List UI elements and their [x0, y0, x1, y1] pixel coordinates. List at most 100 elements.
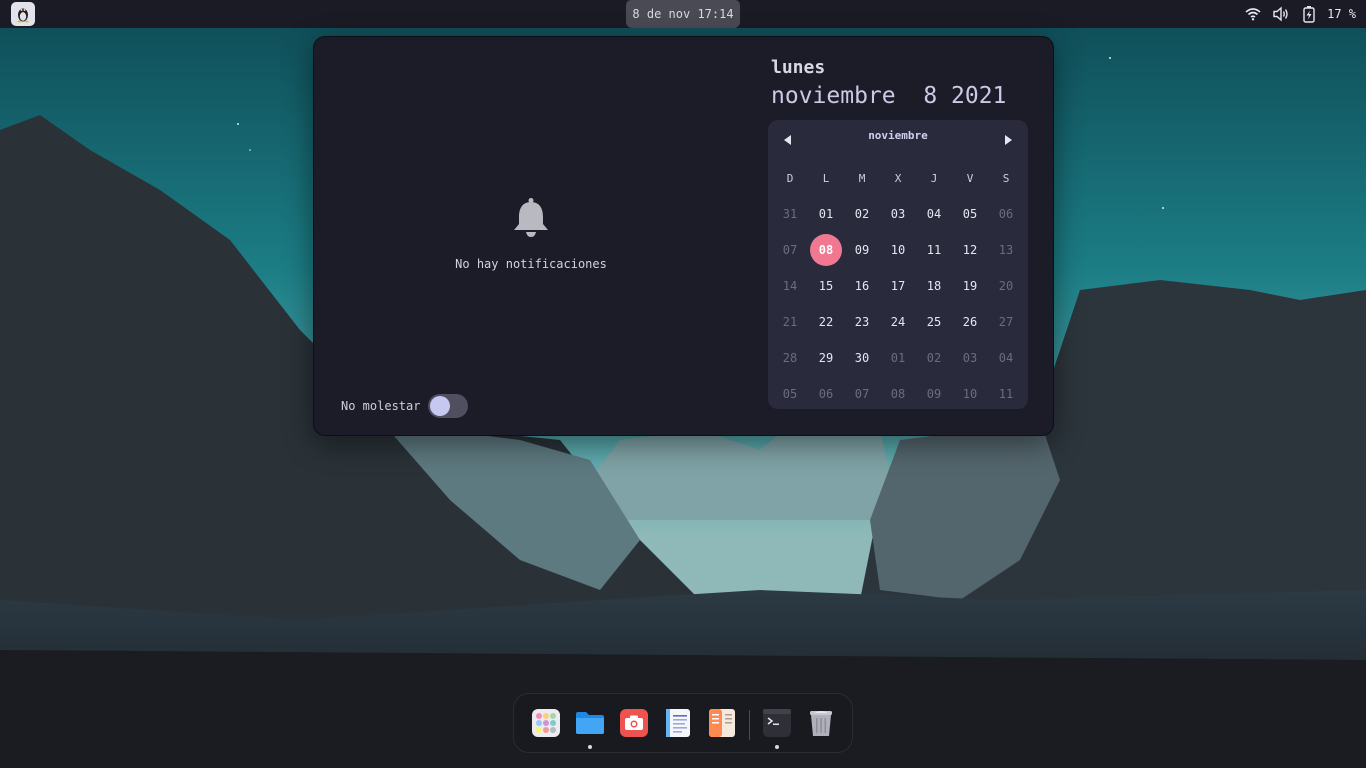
calendar-day-label: 01	[890, 351, 906, 365]
clock-button[interactable]: 8 de nov 17:14	[626, 0, 740, 28]
calendar-day-label: 11	[998, 387, 1014, 401]
calendar-month-label: noviembre	[868, 129, 928, 142]
wifi-icon[interactable]	[1243, 4, 1263, 24]
calendar-day[interactable]: 30	[844, 340, 880, 376]
next-month-button[interactable]	[1002, 133, 1014, 147]
calendar-day-label: 08	[890, 387, 906, 401]
calendar-day[interactable]: 10	[952, 376, 988, 412]
screenshot-icon[interactable]	[619, 708, 649, 738]
calendar-day[interactable]: 15	[808, 268, 844, 304]
calendar-notification-popover: No hay notificaciones No molestar lunes …	[313, 36, 1054, 436]
month-calendar: noviembre D L M X J V S 31 01 02 03 04 05 06 07 08 09 10 1…	[768, 120, 1028, 409]
calendar-day-label: 02	[926, 351, 942, 365]
calendar-day-label: 26	[962, 315, 978, 329]
calendar-day[interactable]: 22	[808, 304, 844, 340]
calendar-day[interactable]: 01	[808, 196, 844, 232]
calendar-day[interactable]: 23	[844, 304, 880, 340]
calendar-day-label: 27	[998, 315, 1014, 329]
calendar-day[interactable]: 11	[916, 232, 952, 268]
calendar-day-label: 31	[782, 207, 798, 221]
notifications-empty-state: No hay notificaciones	[314, 197, 748, 271]
calendar-day[interactable]: 21	[772, 304, 808, 340]
top-bar: 8 de nov 17:14 17 %	[0, 0, 1366, 28]
trash-icon[interactable]	[806, 708, 836, 738]
text-editor-icon[interactable]	[663, 708, 693, 738]
calendar-day[interactable]: 25	[916, 304, 952, 340]
calendar-day[interactable]: 07	[772, 232, 808, 268]
weekday-header: M	[858, 171, 866, 185]
calendar-day-label: 20	[998, 279, 1014, 293]
calendar-day-label: 09	[854, 243, 870, 257]
calendar-day[interactable]: 16	[844, 268, 880, 304]
calendar-day[interactable]: 27	[988, 304, 1024, 340]
calendar-day[interactable]: 03	[880, 196, 916, 232]
no-notifications-text: No hay notificaciones	[455, 257, 607, 271]
running-indicator	[775, 745, 779, 749]
calendar-day[interactable]: 19	[952, 268, 988, 304]
calendar-day[interactable]: 02	[844, 196, 880, 232]
calendar-day[interactable]: 11	[988, 376, 1024, 412]
weekday-header: X	[894, 171, 902, 185]
calendar-day[interactable]: 09	[916, 376, 952, 412]
calendar-day[interactable]: 04	[988, 340, 1024, 376]
calendar-day[interactable]: 29	[808, 340, 844, 376]
do-not-disturb-toggle[interactable]	[428, 394, 469, 418]
calendar-day-label: 15	[818, 279, 834, 293]
calendar-day[interactable]: 13	[988, 232, 1024, 268]
calendar-day-label: 05	[962, 207, 978, 221]
calendar-day[interactable]: 09	[844, 232, 880, 268]
toggle-knob	[430, 396, 451, 416]
calendar-day[interactable]: 08	[880, 376, 916, 412]
calendar-day[interactable]: 06	[988, 196, 1024, 232]
calendar-day-label: 16	[854, 279, 870, 293]
calendar-day-label: 02	[854, 207, 870, 221]
calendar-day-label: 09	[926, 387, 942, 401]
calendar-day[interactable]: 26	[952, 304, 988, 340]
calendar-day[interactable]: 24	[880, 304, 916, 340]
battery-percent: 17 %	[1327, 7, 1356, 21]
weekday-header: L	[822, 171, 830, 185]
do-not-disturb-row: No molestar	[341, 394, 469, 418]
calendar-day-label: 06	[998, 207, 1014, 221]
calendar-day[interactable]: 03	[952, 340, 988, 376]
document-viewer-icon[interactable]	[707, 708, 737, 738]
calendar-day[interactable]: 28	[772, 340, 808, 376]
calendar-day[interactable]: 14	[772, 268, 808, 304]
calendar-day-label: 13	[998, 243, 1014, 257]
calendar-day[interactable]: 01	[880, 340, 916, 376]
full-date: noviembre 8 2021	[771, 83, 1007, 109]
app-launcher-icon[interactable]	[531, 708, 561, 738]
files-icon[interactable]	[575, 708, 605, 749]
calendar-day-today[interactable]: 08	[808, 232, 844, 268]
calendar-day-label: 06	[818, 387, 834, 401]
weekday-header: V	[966, 171, 974, 185]
day-name: lunes	[771, 57, 826, 78]
calendar-day-label: 07	[854, 387, 870, 401]
do-not-disturb-label: No molestar	[341, 399, 421, 413]
calendar-day[interactable]: 12	[952, 232, 988, 268]
calendar-day-label: 05	[782, 387, 798, 401]
tux-logo-icon[interactable]	[11, 2, 35, 26]
calendar-day[interactable]: 05	[952, 196, 988, 232]
calendar-day-label: 10	[962, 387, 978, 401]
calendar-day[interactable]: 06	[808, 376, 844, 412]
system-tray: 17 %	[1243, 0, 1356, 28]
calendar-day-label: 07	[782, 243, 798, 257]
calendar-header: noviembre	[768, 120, 1028, 156]
terminal-icon[interactable]	[762, 708, 792, 749]
calendar-day-label: 10	[890, 243, 906, 257]
calendar-day-label: 18	[926, 279, 942, 293]
calendar-day[interactable]: 18	[916, 268, 952, 304]
calendar-day[interactable]: 05	[772, 376, 808, 412]
calendar-day[interactable]: 02	[916, 340, 952, 376]
calendar-day[interactable]: 20	[988, 268, 1024, 304]
calendar-day[interactable]: 17	[880, 268, 916, 304]
volume-icon[interactable]	[1271, 4, 1291, 24]
calendar-day[interactable]: 07	[844, 376, 880, 412]
battery-charging-icon[interactable]	[1299, 4, 1319, 24]
calendar-day-label: 03	[890, 207, 906, 221]
calendar-day[interactable]: 04	[916, 196, 952, 232]
calendar-day[interactable]: 31	[772, 196, 808, 232]
calendar-day[interactable]: 10	[880, 232, 916, 268]
bell-icon	[511, 197, 551, 243]
